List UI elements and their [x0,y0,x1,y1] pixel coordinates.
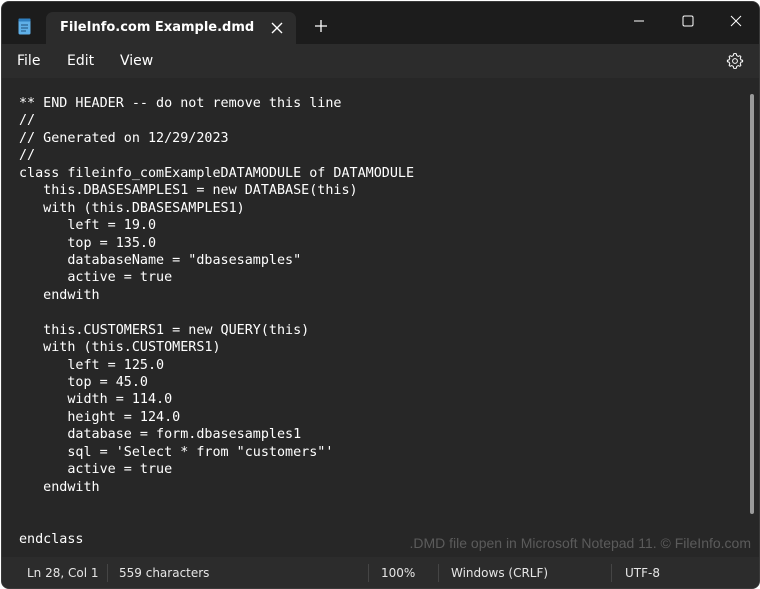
code-line[interactable]: active = true [19,269,414,286]
plus-icon[interactable] [313,18,329,34]
code-line[interactable]: with (this.DBASESAMPLES1) [19,200,414,217]
code-line[interactable]: endwith [19,479,414,496]
code-line[interactable]: top = 135.0 [19,235,414,252]
maximize-icon[interactable] [668,10,708,32]
notepad-window: FileInfo.com Example.dmd File Edit View [1,1,760,589]
code-line[interactable] [19,514,414,531]
code-line[interactable]: left = 19.0 [19,217,414,234]
code-line[interactable]: width = 114.0 [19,391,414,408]
menu-view[interactable]: View [120,53,153,69]
code-line[interactable]: this.DBASESAMPLES1 = new DATABASE(this) [19,182,414,199]
code-line[interactable]: // Generated on 12/29/2023 [19,130,414,147]
tab-title: FileInfo.com Example.dmd [60,20,255,35]
code-line[interactable]: this.CUSTOMERS1 = new QUERY(this) [19,322,414,339]
text-editor[interactable]: ** END HEADER -- do not remove this line… [2,78,759,557]
title-bar: FileInfo.com Example.dmd [2,2,759,44]
close-icon[interactable] [268,19,286,37]
status-encoding[interactable]: UTF-8 [625,566,660,580]
status-divider [368,564,369,582]
menu-file[interactable]: File [17,53,40,69]
tab-document[interactable]: FileInfo.com Example.dmd [46,12,296,44]
code-line[interactable] [19,496,414,513]
code-line[interactable]: endclass [19,531,414,548]
status-divider [611,564,612,582]
code-line[interactable] [19,304,414,321]
status-divider [107,564,108,582]
minimize-icon[interactable] [619,10,659,32]
code-line[interactable]: ** END HEADER -- do not remove this line [19,95,414,112]
status-divider [438,564,439,582]
status-cursor-position: Ln 28, Col 1 [27,566,99,580]
status-zoom[interactable]: 100% [381,566,415,580]
status-bar: Ln 28, Col 1 559 characters 100% Windows… [2,557,759,588]
watermark: .DMD file open in Microsoft Notepad 11. … [409,535,751,551]
code-line[interactable]: sql = 'Select * from "customers"' [19,444,414,461]
code-line[interactable]: endwith [19,287,414,304]
menu-bar: File Edit View [2,44,759,78]
code-line[interactable]: top = 45.0 [19,374,414,391]
status-line-ending[interactable]: Windows (CRLF) [451,566,548,580]
status-character-count: 559 characters [119,566,210,580]
close-icon[interactable] [716,10,756,32]
vertical-scrollbar[interactable] [750,94,754,514]
code-line[interactable]: class fileinfo_comExampleDATAMODULE of D… [19,165,414,182]
code-line[interactable]: height = 124.0 [19,409,414,426]
code-line[interactable]: database = form.dbasesamples1 [19,426,414,443]
gear-icon[interactable] [726,52,744,70]
editor-text[interactable]: ** END HEADER -- do not remove this line… [19,95,414,548]
code-line[interactable]: active = true [19,461,414,478]
code-line[interactable]: // [19,112,414,129]
notepad-icon [18,18,31,35]
code-line[interactable]: databaseName = "dbasesamples" [19,252,414,269]
code-line[interactable]: left = 125.0 [19,357,414,374]
code-line[interactable]: // [19,147,414,164]
code-line[interactable]: with (this.CUSTOMERS1) [19,339,414,356]
menu-edit[interactable]: Edit [67,53,94,69]
